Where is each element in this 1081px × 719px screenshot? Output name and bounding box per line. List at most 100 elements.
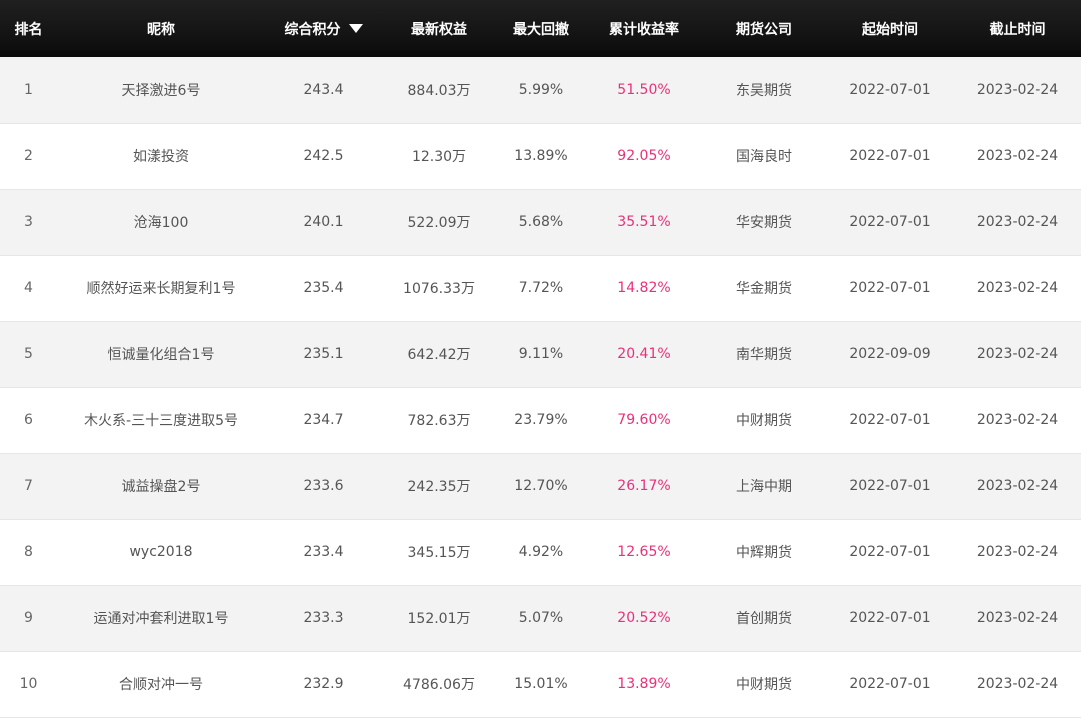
cell-end: 2023-02-24 <box>954 57 1081 124</box>
cell-drawdown: 23.79% <box>496 387 586 454</box>
cell-start: 2022-07-01 <box>826 57 954 124</box>
cell-equity: 642.42万 <box>382 321 496 388</box>
column-header-end[interactable]: 截止时间 <box>954 0 1081 57</box>
sort-desc-triangle-icon[interactable] <box>348 23 363 33</box>
cell-return: 20.41% <box>586 321 702 388</box>
cell-company: 东吴期货 <box>702 57 826 124</box>
cell-return: 51.50% <box>586 57 702 124</box>
cell-return: 79.60% <box>586 387 702 454</box>
cell-start: 2022-07-01 <box>826 585 954 652</box>
cell-company: 南华期货 <box>702 321 826 388</box>
cell-return: 14.82% <box>586 255 702 322</box>
column-header-label: 最大回撤 <box>513 21 569 38</box>
cell-return: 20.52% <box>586 585 702 652</box>
cell-name[interactable]: wyc2018 <box>57 519 265 586</box>
cell-score: 233.4 <box>265 519 382 586</box>
cell-rank: 7 <box>0 453 57 520</box>
column-header-label: 截止时间 <box>989 21 1046 38</box>
cell-end: 2023-02-24 <box>954 519 1081 586</box>
table-row[interactable]: 3 沧海100 240.1 522.09万 5.68% 35.51% 华安期货 … <box>0 189 1081 256</box>
cell-company: 华金期货 <box>702 255 826 322</box>
column-header-drawdown[interactable]: 最大回撤 <box>496 0 586 57</box>
cell-return: 12.65% <box>586 519 702 586</box>
cell-name[interactable]: 木火系-三十三度进取5号 <box>57 387 265 454</box>
column-header-company[interactable]: 期货公司 <box>702 0 826 57</box>
table-header-row: 排名 昵称 综合积分 最新权益 最大回撤 累计收益率 期货公司 起始时间 截止时… <box>0 0 1081 57</box>
cell-score: 233.3 <box>265 585 382 652</box>
column-header-label: 起始时间 <box>862 21 918 38</box>
cell-score: 242.5 <box>265 123 382 190</box>
cell-score: 232.9 <box>265 651 382 718</box>
cell-score: 240.1 <box>265 189 382 256</box>
cell-company: 上海中期 <box>702 453 826 520</box>
cell-drawdown: 9.11% <box>496 321 586 388</box>
table-row[interactable]: 10 合顺对冲一号 232.9 4786.06万 15.01% 13.89% 中… <box>0 651 1081 718</box>
column-header-label: 排名 <box>14 21 43 38</box>
cell-start: 2022-07-01 <box>826 189 954 256</box>
cell-return: 26.17% <box>586 453 702 520</box>
table-row[interactable]: 4 顺然好运来长期复利1号 235.4 1076.33万 7.72% 14.82… <box>0 255 1081 322</box>
table-body: 1 天择激进6号 243.4 884.03万 5.99% 51.50% 东吴期货… <box>0 57 1081 718</box>
cell-rank: 9 <box>0 585 57 652</box>
cell-name[interactable]: 恒诚量化组合1号 <box>57 321 265 388</box>
cell-company: 中财期货 <box>702 651 826 718</box>
ranking-table: 排名 昵称 综合积分 最新权益 最大回撤 累计收益率 期货公司 起始时间 截止时… <box>0 0 1081 718</box>
column-header-label: 昵称 <box>147 21 175 38</box>
column-header-return[interactable]: 累计收益率 <box>586 0 702 57</box>
cell-return: 35.51% <box>586 189 702 256</box>
cell-rank: 1 <box>0 57 57 124</box>
cell-score: 235.1 <box>265 321 382 388</box>
cell-start: 2022-07-01 <box>826 387 954 454</box>
column-header-rank[interactable]: 排名 <box>0 0 57 57</box>
table-row[interactable]: 5 恒诚量化组合1号 235.1 642.42万 9.11% 20.41% 南华… <box>0 321 1081 388</box>
cell-equity: 345.15万 <box>382 519 496 586</box>
cell-rank: 4 <box>0 255 57 322</box>
cell-equity: 522.09万 <box>382 189 496 256</box>
cell-rank: 3 <box>0 189 57 256</box>
column-header-label: 最新权益 <box>411 21 467 38</box>
column-header-label: 累计收益率 <box>609 21 679 38</box>
cell-drawdown: 7.72% <box>496 255 586 322</box>
table-row[interactable]: 9 运通对冲套利进取1号 233.3 152.01万 5.07% 20.52% … <box>0 585 1081 652</box>
column-header-start[interactable]: 起始时间 <box>826 0 954 57</box>
cell-name[interactable]: 合顺对冲一号 <box>57 651 265 718</box>
cell-name[interactable]: 诚益操盘2号 <box>57 453 265 520</box>
column-header-score[interactable]: 综合积分 <box>265 0 382 57</box>
cell-company: 华安期货 <box>702 189 826 256</box>
table-row[interactable]: 6 木火系-三十三度进取5号 234.7 782.63万 23.79% 79.6… <box>0 387 1081 454</box>
cell-score: 233.6 <box>265 453 382 520</box>
cell-end: 2023-02-24 <box>954 387 1081 454</box>
cell-equity: 782.63万 <box>382 387 496 454</box>
cell-drawdown: 5.99% <box>496 57 586 124</box>
cell-end: 2023-02-24 <box>954 585 1081 652</box>
cell-equity: 884.03万 <box>382 57 496 124</box>
cell-company: 国海良时 <box>702 123 826 190</box>
cell-return: 92.05% <box>586 123 702 190</box>
cell-name[interactable]: 顺然好运来长期复利1号 <box>57 255 265 322</box>
cell-score: 235.4 <box>265 255 382 322</box>
cell-start: 2022-07-01 <box>826 123 954 190</box>
table-row[interactable]: 2 如漾投资 242.5 12.30万 13.89% 92.05% 国海良时 2… <box>0 123 1081 190</box>
column-header-equity[interactable]: 最新权益 <box>382 0 496 57</box>
cell-equity: 1076.33万 <box>382 255 496 322</box>
cell-company: 首创期货 <box>702 585 826 652</box>
cell-start: 2022-07-01 <box>826 519 954 586</box>
cell-equity: 4786.06万 <box>382 651 496 718</box>
cell-equity: 12.30万 <box>382 123 496 190</box>
cell-drawdown: 13.89% <box>496 123 586 190</box>
cell-end: 2023-02-24 <box>954 651 1081 718</box>
table-row[interactable]: 7 诚益操盘2号 233.6 242.35万 12.70% 26.17% 上海中… <box>0 453 1081 520</box>
cell-name[interactable]: 天择激进6号 <box>57 57 265 124</box>
cell-drawdown: 5.07% <box>496 585 586 652</box>
cell-rank: 8 <box>0 519 57 586</box>
cell-score: 234.7 <box>265 387 382 454</box>
cell-company: 中辉期货 <box>702 519 826 586</box>
table-row[interactable]: 1 天择激进6号 243.4 884.03万 5.99% 51.50% 东吴期货… <box>0 57 1081 124</box>
cell-rank: 10 <box>0 651 57 718</box>
cell-name[interactable]: 运通对冲套利进取1号 <box>57 585 265 652</box>
table-row[interactable]: 8 wyc2018 233.4 345.15万 4.92% 12.65% 中辉期… <box>0 519 1081 586</box>
column-header-name[interactable]: 昵称 <box>57 0 265 57</box>
cell-company: 中财期货 <box>702 387 826 454</box>
cell-name[interactable]: 沧海100 <box>57 189 265 256</box>
cell-name[interactable]: 如漾投资 <box>57 123 265 190</box>
